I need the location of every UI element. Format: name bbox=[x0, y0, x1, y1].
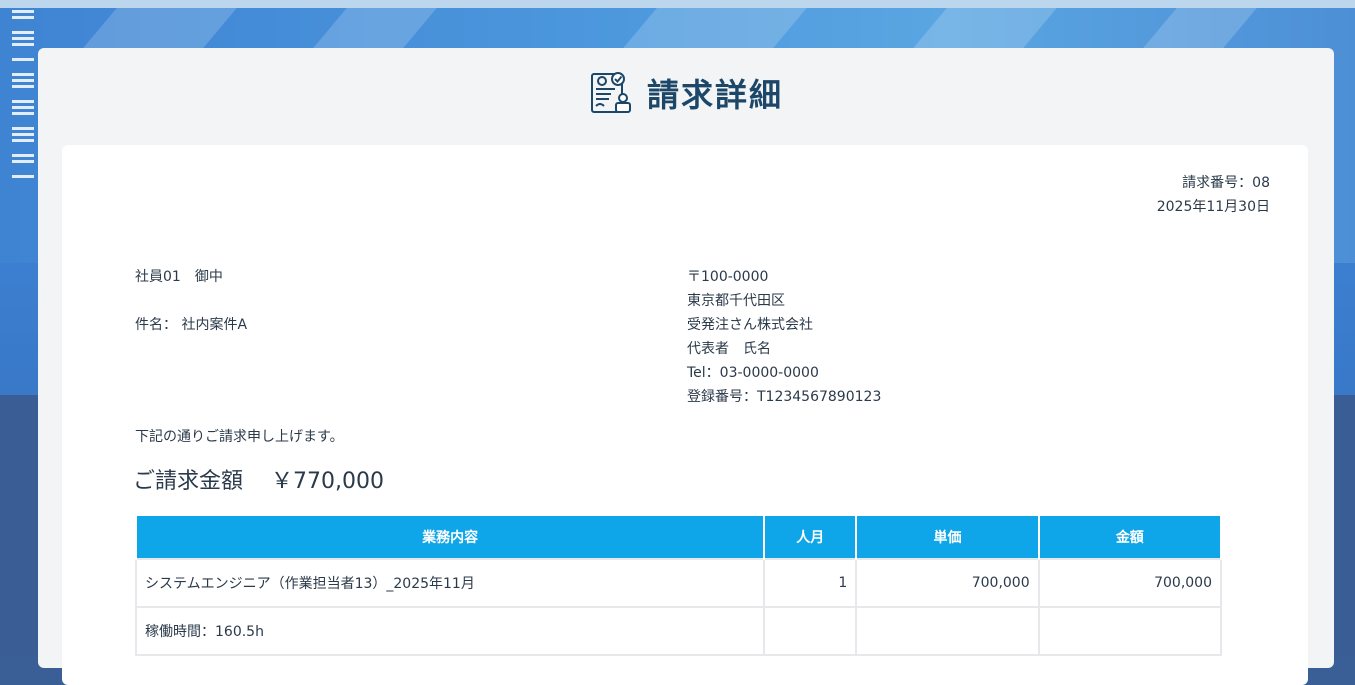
invoice-total: ご請求金額 ￥770,000 bbox=[133, 465, 384, 499]
issuer-address: 東京都千代田区 bbox=[687, 293, 785, 309]
page-header: 請求詳細 bbox=[38, 70, 1334, 119]
cell-amount bbox=[1037, 606, 1223, 656]
issuer-representative: 代表者 氏名 bbox=[687, 341, 771, 357]
invoice-card: 請求詳細 請求番号：08 2025年11月30日 社員01 御中 件名： 社内案… bbox=[38, 48, 1334, 685]
invoice-notice: 下記の通りご請求申し上げます。 bbox=[135, 429, 344, 445]
recipient-block: 社員01 御中 件名： 社内案件A bbox=[135, 265, 247, 337]
table-header-row: 業務内容 人月 単価 金額 bbox=[134, 514, 1223, 559]
cell-unit-price bbox=[855, 606, 1040, 656]
issuer-company: 受発注さん株式会社 bbox=[687, 317, 813, 333]
background-top-band bbox=[0, 0, 1355, 8]
issuer-block: 〒100-0000 東京都千代田区 受発注さん株式会社 代表者 氏名 Tel：0… bbox=[687, 265, 881, 409]
invoice-document-icon bbox=[590, 72, 631, 113]
invoice-date: 2025年11月30日 bbox=[1156, 199, 1270, 215]
issuer-postal: 〒100-0000 bbox=[687, 269, 769, 285]
recipient-name: 社員01 御中 bbox=[135, 269, 223, 285]
header-amount: 金額 bbox=[1037, 514, 1223, 559]
cell-unit-price: 700,000 bbox=[855, 558, 1040, 608]
cell-quantity: 1 bbox=[763, 558, 858, 608]
header-quantity: 人月 bbox=[763, 514, 858, 559]
header-unit-price: 単価 bbox=[855, 514, 1040, 559]
cell-amount: 700,000 bbox=[1037, 558, 1223, 608]
issuer-registration: 登録番号：T1234567890123 bbox=[687, 389, 882, 405]
issuer-tel: Tel：03-0000-0000 bbox=[687, 365, 819, 381]
invoice-meta: 請求番号：08 2025年11月30日 bbox=[1157, 171, 1270, 219]
cell-quantity bbox=[763, 606, 858, 656]
invoice-paper: 請求番号：08 2025年11月30日 社員01 御中 件名： 社内案件A 〒1… bbox=[62, 145, 1308, 685]
invoice-subject: 件名： 社内案件A bbox=[135, 317, 248, 333]
total-value: ￥770,000 bbox=[271, 469, 384, 494]
header-description: 業務内容 bbox=[134, 514, 766, 559]
background-side-bars bbox=[12, 10, 34, 181]
invoice-number: 請求番号：08 bbox=[1182, 175, 1270, 191]
cell-description: 稼働時間：160.5h bbox=[134, 606, 766, 656]
total-label: ご請求金額 bbox=[133, 469, 244, 494]
line-items-table: 業務内容 人月 単価 金額 システムエンジニア（作業担当者13）_2025年11… bbox=[134, 514, 1223, 656]
table-row: 稼働時間：160.5h bbox=[134, 606, 1223, 656]
page-title: 請求詳細 bbox=[646, 76, 783, 114]
cell-description: システムエンジニア（作業担当者13）_2025年11月 bbox=[134, 558, 766, 608]
table-row: システムエンジニア（作業担当者13）_2025年11月 1 700,000 70… bbox=[134, 558, 1223, 608]
